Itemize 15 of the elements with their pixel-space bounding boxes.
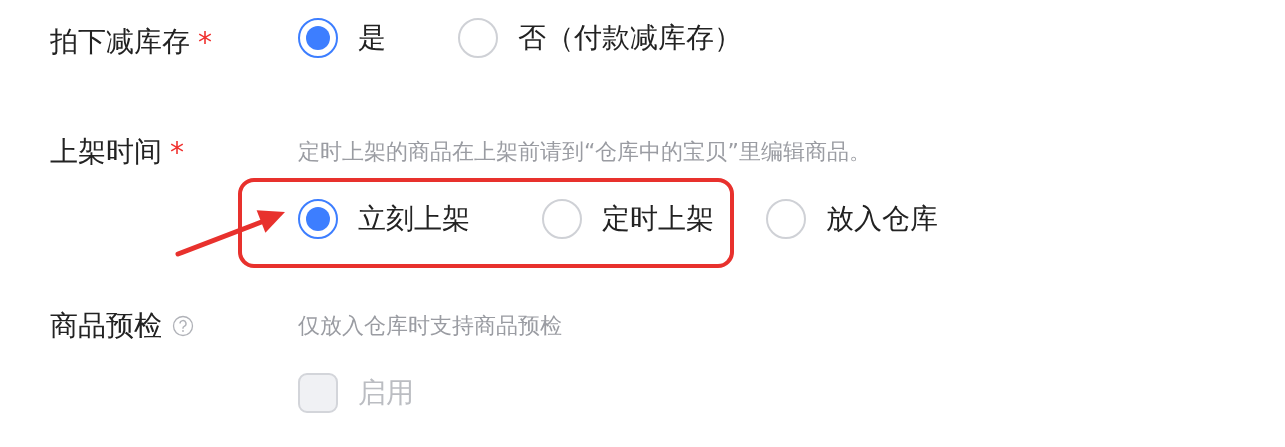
- field-label: 上架时间: [50, 134, 162, 170]
- radio-label[interactable]: 定时上架: [602, 199, 714, 239]
- radio-label[interactable]: 是: [358, 18, 386, 58]
- radio-label[interactable]: 否（付款减库存）: [518, 18, 742, 58]
- hint-text: 定时上架的商品在上架前请到“仓库中的宝贝”里编辑商品。: [298, 138, 872, 166]
- field-label: 商品预检: [50, 308, 162, 344]
- radio-label[interactable]: 放入仓库: [826, 198, 938, 239]
- radio-button[interactable]: [298, 199, 338, 239]
- hint-text: 仅放入仓库时支持商品预检: [298, 312, 562, 340]
- radio-button[interactable]: [298, 18, 338, 58]
- help-icon[interactable]: [172, 315, 194, 337]
- field-label: 拍下减库存: [50, 24, 190, 60]
- required-mark: *: [198, 25, 212, 59]
- radio-label[interactable]: 立刻上架: [358, 199, 470, 239]
- required-mark: *: [170, 135, 184, 169]
